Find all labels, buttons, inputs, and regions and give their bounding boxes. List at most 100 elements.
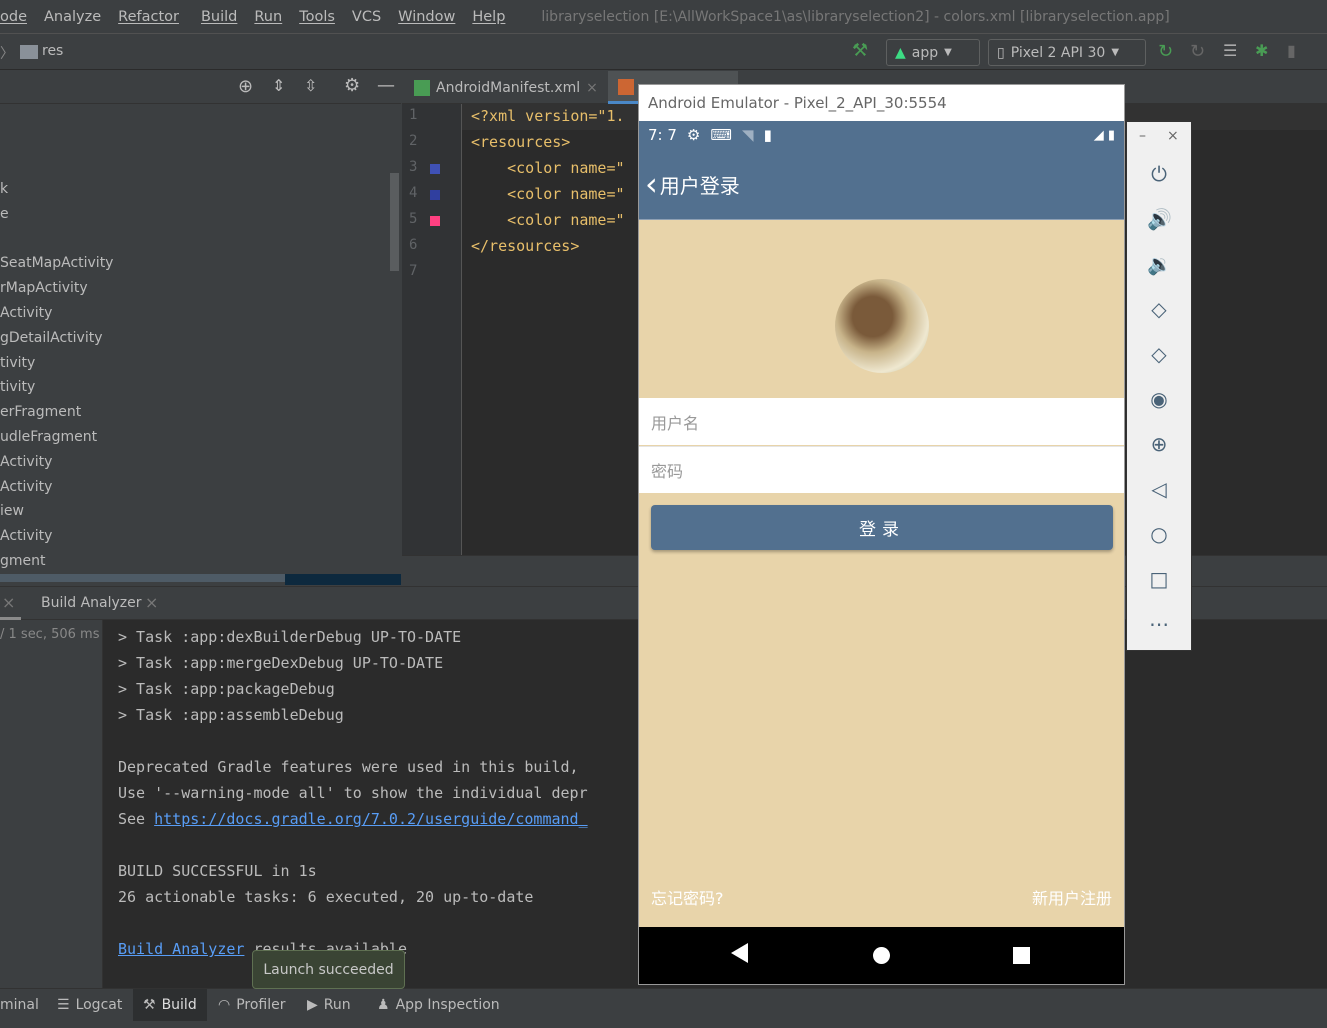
power-icon[interactable]: ⏻: [1147, 162, 1171, 186]
gradle-docs-link[interactable]: https://docs.gradle.org/7.0.2/userguide/…: [154, 810, 587, 828]
code-line[interactable]: <resources>: [471, 133, 570, 151]
menu-refactor[interactable]: Refactor: [118, 9, 179, 25]
project-tree-item[interactable]: k: [0, 181, 8, 197]
tool-logcat[interactable]: ☰ Logcat: [57, 989, 122, 1021]
rotate-right-icon[interactable]: ◇: [1147, 342, 1171, 366]
register-link[interactable]: 新用户注册: [1032, 885, 1112, 909]
hammer-icon[interactable]: ⚒: [852, 40, 868, 61]
tool-window-bar: minal ☰ Logcat ⚒ Build ◠ Profiler ▶ Run ♟ App…: [0, 988, 1327, 1028]
project-tree-item[interactable]: Activity: [0, 454, 52, 470]
project-tree-item[interactable]: SeatMapActivity: [0, 255, 113, 271]
project-tree-item[interactable]: tivity: [0, 355, 35, 371]
color-swatch[interactable]: [430, 216, 440, 226]
avatar[interactable]: [835, 279, 929, 373]
username-input[interactable]: 用户名: [639, 398, 1124, 445]
apply-code-changes-icon[interactable]: ↻: [1190, 41, 1205, 62]
tool-build[interactable]: ⚒ Build: [133, 989, 207, 1021]
more-icon[interactable]: ⋯: [1147, 612, 1171, 636]
menu-run[interactable]: Run: [254, 9, 282, 25]
locate-icon[interactable]: ⊕: [238, 76, 253, 97]
volume-up-icon[interactable]: 🔊: [1147, 207, 1172, 231]
project-tree-item[interactable]: Activity: [0, 305, 52, 321]
project-tree-item[interactable]: Activity: [0, 479, 52, 495]
project-tree-item[interactable]: rMapActivity: [0, 280, 88, 296]
collapse-all-icon[interactable]: ⇳: [304, 76, 317, 95]
debug-icon[interactable]: ✱: [1255, 41, 1268, 60]
run-config-select[interactable]: ▲ app ▼: [886, 39, 980, 66]
expand-all-icon[interactable]: ⇕: [272, 76, 285, 95]
build-analyzer-link[interactable]: Build Analyzer: [118, 940, 244, 958]
android-icon: ▲: [895, 44, 906, 61]
console-line: BUILD SUCCESSFUL in 1s: [118, 862, 317, 880]
rotate-left-icon[interactable]: ◇: [1147, 297, 1171, 321]
close-icon[interactable]: ×: [1167, 128, 1179, 144]
navigation-toolbar: 〉 res ⚒ ▲ app ▼ ▯ Pixel 2 API 30 ▼ ↻ ↻ ☰…: [0, 35, 1327, 70]
vertical-scrollbar[interactable]: [390, 173, 399, 271]
run-config-label: app: [911, 44, 939, 61]
project-tree-item[interactable]: gDetailActivity: [0, 330, 102, 346]
menu-window[interactable]: Window: [398, 9, 455, 25]
code-line[interactable]: <color name=": [471, 159, 624, 177]
tool-run[interactable]: ▶ Run: [307, 989, 351, 1021]
tab-androidmanifest[interactable]: AndroidManifest.xml ×: [402, 71, 602, 104]
project-tree-item[interactable]: erFragment: [0, 404, 81, 420]
console-line: > Task :app:assembleDebug: [118, 706, 344, 724]
attach-debugger-icon[interactable]: ▮: [1287, 41, 1296, 60]
color-swatch[interactable]: [430, 164, 440, 174]
code-line[interactable]: <?xml version="1.: [471, 107, 625, 125]
camera-icon[interactable]: ◉: [1147, 387, 1171, 411]
logcat-icon[interactable]: ☰: [1223, 41, 1237, 60]
chevron-down-icon: ▼: [1111, 47, 1120, 58]
android-status-bar: 7: 7 ⚙ ⌨ ◥ ▮ ◢ ▮: [639, 121, 1124, 149]
tab-build-analyzer[interactable]: Build Analyzer: [41, 595, 142, 611]
console-line: See https://docs.gradle.org/7.0.2/usergu…: [118, 810, 588, 828]
password-input[interactable]: 密码: [639, 446, 1124, 493]
code-line[interactable]: <color name=": [471, 185, 624, 203]
menu-build[interactable]: Build: [201, 9, 237, 25]
hammer-icon: ⚒: [143, 997, 156, 1013]
color-swatch[interactable]: [430, 190, 440, 200]
apply-changes-icon[interactable]: ↻: [1158, 41, 1173, 62]
close-icon[interactable]: ×: [586, 80, 598, 96]
device-select[interactable]: ▯ Pixel 2 API 30 ▼: [988, 39, 1146, 66]
settings-icon: ⚙: [686, 126, 701, 144]
console-line: 26 actionable tasks: 6 executed, 20 up-t…: [118, 888, 534, 906]
home-icon[interactable]: ○: [1147, 522, 1171, 546]
console-line: > Task :app:packageDebug: [118, 680, 335, 698]
horizontal-scrollbar[interactable]: [0, 574, 285, 582]
minimize-icon[interactable]: —: [377, 75, 395, 96]
project-tree-item[interactable]: Activity: [0, 528, 52, 544]
tool-terminal[interactable]: minal: [0, 989, 39, 1021]
login-button[interactable]: 登录: [651, 505, 1113, 550]
overview-icon[interactable]: □: [1147, 567, 1171, 591]
project-tree-item[interactable]: gment: [0, 553, 46, 569]
line-number: 2: [409, 133, 418, 149]
close-icon[interactable]: ×: [145, 593, 158, 612]
code-line[interactable]: <color name=": [471, 211, 624, 229]
menu-vcs[interactable]: VCS: [352, 9, 381, 25]
volume-down-icon[interactable]: 🔉: [1147, 252, 1172, 276]
back-arrow-icon[interactable]: ‹: [645, 168, 658, 200]
project-tree-item[interactable]: tivity: [0, 379, 35, 395]
nav-back-icon[interactable]: [731, 943, 748, 963]
minimize-icon[interactable]: –: [1139, 128, 1146, 144]
breadcrumb-res[interactable]: res: [42, 43, 63, 59]
menu-help[interactable]: Help: [472, 9, 505, 25]
menu-tools[interactable]: Tools: [299, 9, 335, 25]
back-icon[interactable]: ◁: [1147, 477, 1171, 501]
tool-profiler[interactable]: ◠ Profiler: [218, 989, 286, 1021]
project-tree-item[interactable]: e: [0, 206, 9, 222]
menu-code[interactable]: ode: [0, 9, 27, 25]
close-icon[interactable]: ×: [2, 593, 15, 612]
nav-recents-icon[interactable]: [1013, 947, 1030, 964]
forgot-password-link[interactable]: 忘记密码?: [651, 885, 724, 909]
menu-analyze[interactable]: Analyze: [44, 9, 101, 25]
zoom-icon[interactable]: ⊕: [1147, 432, 1171, 456]
emulator-window: Android Emulator - Pixel_2_API_30:5554 7…: [638, 84, 1125, 985]
nav-home-icon[interactable]: [873, 947, 890, 964]
project-tree-item[interactable]: udleFragment: [0, 429, 97, 445]
code-line[interactable]: </resources>: [471, 237, 579, 255]
tool-app-inspection[interactable]: ♟ App Inspection: [377, 989, 500, 1021]
gear-icon[interactable]: ⚙: [344, 75, 360, 96]
project-tree-item[interactable]: iew: [0, 503, 24, 519]
